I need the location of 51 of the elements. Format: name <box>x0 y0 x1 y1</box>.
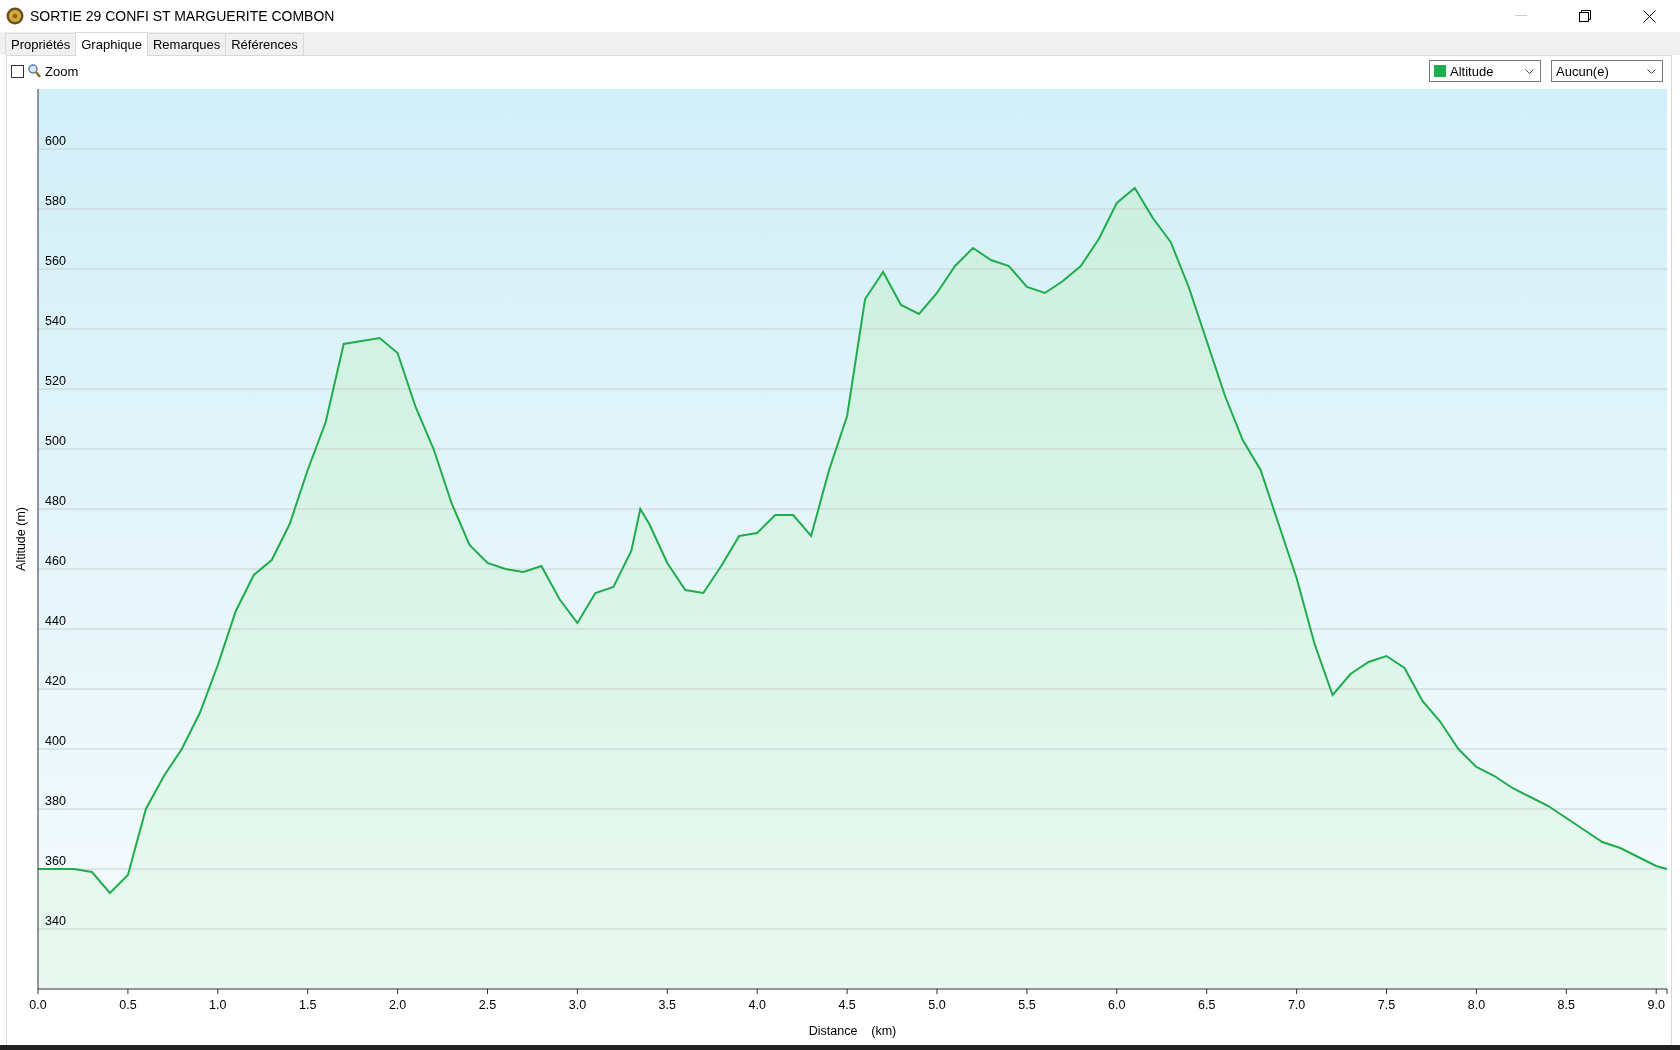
tab[interactable]: Graphique <box>75 32 148 56</box>
tab[interactable]: Propriétés <box>5 33 77 55</box>
axis-tick-label: 500 <box>45 434 66 448</box>
axis-tick-label: 7.5 <box>1377 998 1396 1012</box>
axis-tick-label: 9.0 <box>1647 998 1665 1012</box>
close-icon <box>1642 9 1656 23</box>
axis-tick-label: 520 <box>45 374 66 388</box>
tab[interactable]: Remarques <box>146 33 227 55</box>
axis-tick-label: 8.5 <box>1557 998 1575 1012</box>
axis-tick-label: 580 <box>45 194 66 208</box>
axis-tick-label: 480 <box>45 494 66 508</box>
zoom-checkbox[interactable] <box>11 64 24 78</box>
axis-tick-label: 420 <box>45 674 66 688</box>
overlay-dropdown[interactable]: Aucun(e) <box>1551 60 1663 82</box>
tab[interactable]: Références <box>225 33 304 55</box>
series-dropdown[interactable]: Altitude <box>1429 60 1541 82</box>
axis-tick-label: 2.5 <box>478 998 497 1012</box>
axis-tick-label: 540 <box>45 314 66 328</box>
axis-tick-label: 4.0 <box>748 998 766 1012</box>
axis-tick-label: 1.5 <box>299 998 317 1012</box>
axis-tick-label: 600 <box>45 134 66 148</box>
axis-tick-label: 7.0 <box>1287 998 1306 1012</box>
axis-tick-label: 1.0 <box>209 998 227 1012</box>
restore-icon <box>1579 10 1591 22</box>
axis-tick-label: 6.5 <box>1198 998 1216 1012</box>
zoom-label: Zoom <box>45 63 79 79</box>
app-icon <box>6 7 24 25</box>
axis-tick-label: 4.5 <box>838 998 856 1012</box>
axis-tick-label: 360 <box>45 854 66 868</box>
window-title: SORTIE 29 CONFI ST MARGUERITE COMBON <box>30 8 336 24</box>
axis-tick-label: 440 <box>45 614 66 628</box>
axis-title: Distance (km) <box>808 1024 897 1038</box>
axis-tick-label: 5.5 <box>1018 998 1036 1012</box>
axis-tick-label: 5.0 <box>928 998 946 1012</box>
axis-tick-label: 2.0 <box>388 998 407 1012</box>
axis-tick-label: 380 <box>45 794 66 808</box>
axis-tick-label: 3.5 <box>658 998 676 1012</box>
minimize-icon <box>1515 15 1527 17</box>
chevron-icon <box>1525 68 1534 74</box>
axis-tick-label: 0.5 <box>119 998 137 1012</box>
magnifier-icon <box>28 64 41 78</box>
axis-tick-label: 6.0 <box>1108 998 1126 1012</box>
axis-tick-label: 400 <box>45 734 66 748</box>
chevron-icon <box>1647 68 1656 74</box>
axis-title: Altitude (m) <box>14 507 28 571</box>
axis-tick-label: 560 <box>45 254 66 268</box>
axis-tick-label: 8.0 <box>1467 998 1486 1012</box>
axis-tick-label: 460 <box>45 554 66 568</box>
axis-tick-label: 0.0 <box>29 998 47 1012</box>
axis-tick-label: 3.0 <box>568 998 587 1012</box>
axis-tick-label: 340 <box>45 914 66 928</box>
